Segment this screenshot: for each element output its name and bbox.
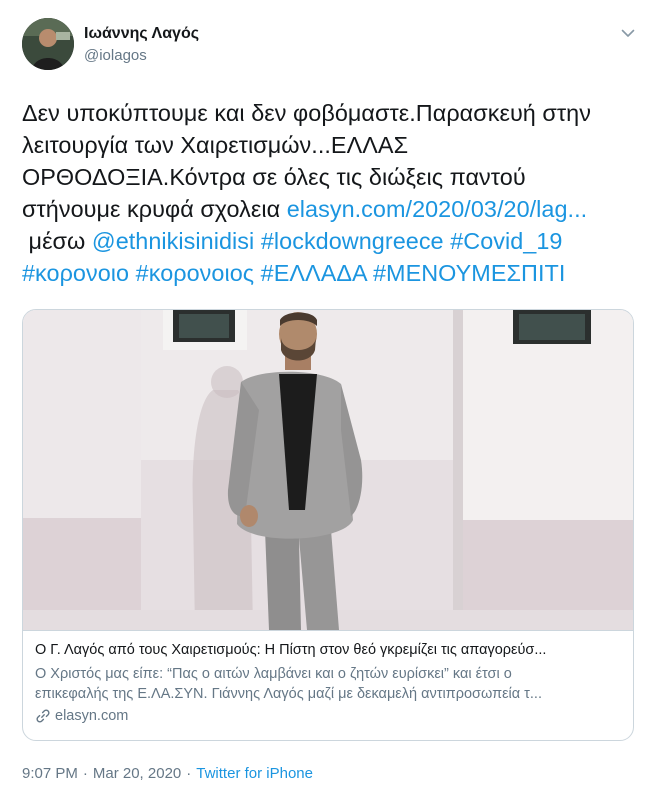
handle[interactable]: @iolagos (84, 46, 199, 66)
tweet-text-line: λειτουργία των Χαιρετισμών...ΕΛΛΑΣ (22, 132, 409, 158)
hashtag-link[interactable]: #κορονοιο (22, 260, 129, 286)
display-name[interactable]: Ιωάννης Λαγός (84, 24, 199, 44)
via-label: μέσω (22, 228, 92, 254)
tweet-text-line: στήνουμε κρυφά σχολεια elasyn.com/2020/0… (22, 193, 639, 225)
card-image[interactable] (23, 310, 633, 630)
card-title[interactable]: Ο Γ. Λαγός από τους Χαιρετισμούς: Η Πίστ… (35, 641, 621, 660)
footer-separator: · (82, 765, 88, 782)
tweet-text-line: Δεν υποκύπτουμε και δεν φοβόμαστε.Παρασκ… (22, 100, 591, 126)
card-meta: Ο Γ. Λαγός από τους Χαιρετισμούς: Η Πίστ… (23, 630, 633, 740)
tweet-source[interactable]: Twitter for iPhone (196, 765, 313, 782)
hashtag-link[interactable]: #Covid_19 (450, 228, 562, 254)
hashtag-link[interactable]: #ΜΕΝΟΥΜΕΣΠΙΤΙ (373, 260, 565, 286)
tweet-time[interactable]: 9:07 PM (22, 765, 78, 782)
tweet-text-line: μέσω @ethnikisinidisi #lockdowngreece #C… (22, 225, 639, 257)
tweet-text-line: #κορονοιο #κορονοιος #ΕΛΛΑΔΑ #ΜΕΝΟΥΜΕΣΠΙ… (22, 257, 639, 289)
tweet-footer: 9:07 PM · Mar 20, 2020 · Twitter for iPh… (22, 765, 639, 782)
link-icon (36, 709, 50, 723)
tweet-header: Ιωάννης Λαγός @iolagos (22, 18, 639, 76)
author-names: Ιωάννης Λαγός @iolagos (84, 24, 199, 66)
mention-link[interactable]: @ethnikisinidisi (92, 228, 254, 254)
hashtag-link[interactable]: #ΕΛΛΑΔΑ (261, 260, 367, 286)
tweet: Ιωάννης Λαγός @iolagos Δεν υποκύπτουμε κ… (0, 0, 659, 788)
article-link[interactable]: elasyn.com/2020/03/20/lag... (287, 196, 587, 222)
chevron-down-icon[interactable] (619, 24, 637, 42)
footer-separator: · (186, 765, 192, 782)
tweet-text: Δεν υποκύπτουμε και δεν φοβόμαστε.Παρασκ… (22, 97, 639, 289)
link-preview-card[interactable]: Ο Γ. Λαγός από τους Χαιρετισμούς: Η Πίστ… (22, 309, 634, 741)
hashtag-link[interactable]: #κορονοιος (136, 260, 254, 286)
card-description-line: Ο Χριστός μας είπε: “Πας ο αιτών λαμβάνε… (35, 666, 512, 682)
avatar[interactable] (22, 18, 74, 70)
card-description-line: επικεφαλής της Ε.ΛΑ.ΣΥΝ. Γιάννης Λαγός μ… (35, 686, 542, 702)
tweet-text-line: ΟΡΘΟΔΟΞΙΑ.Κόντρα σε όλες τις διώξεις παν… (22, 164, 526, 190)
card-domain[interactable]: elasyn.com (35, 708, 621, 724)
tweet-date[interactable]: Mar 20, 2020 (93, 765, 181, 782)
card-domain-text: elasyn.com (55, 708, 129, 724)
hashtag-link[interactable]: #lockdowngreece (261, 228, 444, 254)
tweet-text-segment: στήνουμε κρυφά σχολεια (22, 196, 287, 222)
card-description: Ο Χριστός μας είπε: “Πας ο αιτών λαμβάνε… (35, 664, 621, 704)
